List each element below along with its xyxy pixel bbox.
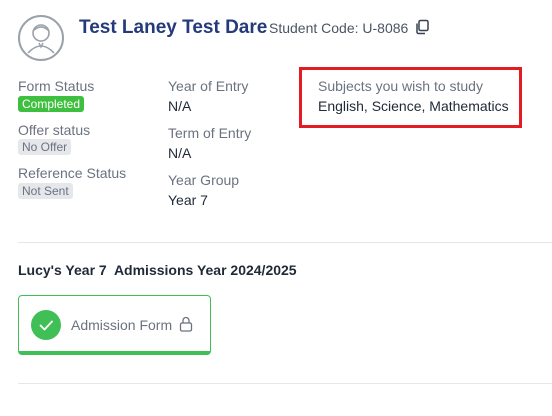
section-divider <box>18 242 552 243</box>
offer-status-badge: No Offer <box>18 139 72 155</box>
term-of-entry-value: N/A <box>168 145 192 161</box>
admissions-section-title: Lucy's Year 7 Admissions Year 2024/2025 <box>18 262 297 278</box>
admission-form-label: Admission Form <box>71 317 173 333</box>
admission-form-card[interactable]: Admission Form <box>18 295 211 355</box>
year-group-label: Year Group <box>168 172 240 188</box>
student-code: Student Code: U-8086 <box>269 20 408 36</box>
subjects-value: English, Science, Mathematics <box>318 98 509 114</box>
student-avatar <box>18 15 64 61</box>
bottom-divider <box>18 383 552 384</box>
student-code-label: Student Code: <box>269 20 359 36</box>
form-status-badge: Completed <box>18 96 85 112</box>
offer-status-label: Offer status <box>18 122 91 138</box>
student-name: Test Laney Test Dare <box>79 17 268 38</box>
copy-icon[interactable] <box>414 19 430 35</box>
student-code-value: U-8086 <box>362 20 409 36</box>
reference-status-label: Reference Status <box>18 165 127 181</box>
year-of-entry-label: Year of Entry <box>168 78 249 94</box>
year-group-value: Year 7 <box>168 192 208 208</box>
reference-status-badge: Not Sent <box>18 183 73 199</box>
year-of-entry-value: N/A <box>168 98 192 114</box>
subjects-label: Subjects you wish to study <box>318 78 483 94</box>
form-status-label: Form Status <box>18 78 95 94</box>
lock-icon <box>179 316 193 332</box>
term-of-entry-label: Term of Entry <box>168 125 252 141</box>
user-avatar-icon <box>27 24 55 54</box>
check-icon <box>31 310 61 340</box>
